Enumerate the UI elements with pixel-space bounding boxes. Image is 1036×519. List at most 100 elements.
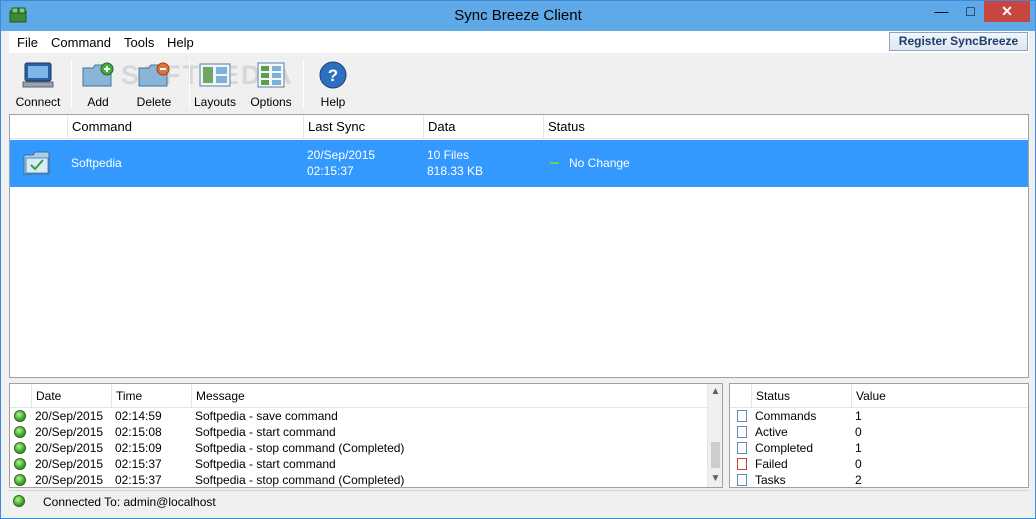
stats-value: 1 [855,409,862,423]
stats-row[interactable]: Completed 1 [730,440,1028,456]
column-header-last-sync[interactable]: Last Sync [304,115,424,139]
connect-button[interactable]: Connect [10,58,66,112]
menu-bar: File Command Tools Help Register SyncBre… [9,31,1029,53]
toolbar: SOFTPEDIA Connect Add Dele [9,54,1029,114]
log-scrollbar[interactable]: ▲ ▼ [707,384,722,487]
data-size: 818.33 KB [427,164,484,178]
stats-list[interactable]: Status Value Commands 1 Active 0 Complet… [729,383,1029,488]
log-date: 20/Sep/2015 [35,425,104,439]
status-ok-icon [14,474,26,486]
toolbar-separator [303,60,304,108]
svg-text:?: ? [328,66,338,85]
column-header-command[interactable]: Command [68,115,304,139]
stats-row[interactable]: Tasks 2 [730,472,1028,488]
delete-label: Delete [136,95,172,109]
scroll-down-icon[interactable]: ▼ [708,471,723,487]
status-ok-icon [14,410,26,422]
log-row[interactable]: 20/Sep/2015 02:14:59 Softpedia - save co… [10,408,710,424]
add-button[interactable]: Add [70,58,126,112]
scroll-thumb[interactable] [711,442,720,468]
maximize-button[interactable]: □ [956,1,985,22]
log-message: Softpedia - start command [195,457,336,471]
minimize-button[interactable]: — [927,1,956,22]
register-button[interactable]: Register SyncBreeze [889,32,1028,51]
column-header-data[interactable]: Data [424,115,544,139]
folder-check-icon [23,151,50,175]
stats-value: 2 [855,473,862,487]
last-sync-date: 20/Sep/2015 [307,148,376,162]
layouts-icon [199,63,231,87]
log-date: 20/Sep/2015 [35,409,104,423]
window-title: Sync Breeze Client [454,7,582,24]
log-time: 02:14:59 [115,409,162,423]
options-icon [257,62,285,88]
log-time: 02:15:37 [115,473,162,487]
log-row[interactable]: 20/Sep/2015 02:15:08 Softpedia - start c… [10,424,710,440]
menu-tools[interactable]: Tools [124,35,154,50]
connect-label: Connect [15,95,61,109]
title-bar[interactable]: Sync Breeze Client — □ ✕ [1,1,1035,31]
status-ok-icon [14,426,26,438]
stats-row[interactable]: Failed 0 [730,456,1028,472]
app-window: Sync Breeze Client — □ ✕ File Command To… [0,0,1036,519]
log-date: 20/Sep/2015 [35,473,104,487]
log-list[interactable]: Date Time Message 20/Sep/2015 02:14:59 S… [9,383,723,488]
stats-header-value[interactable]: Value [852,384,1028,408]
log-row[interactable]: 20/Sep/2015 02:15:37 Softpedia - start c… [10,456,710,472]
stats-row[interactable]: Active 0 [730,424,1028,440]
stats-value: 0 [855,425,862,439]
log-message: Softpedia - save command [195,409,338,423]
add-label: Add [87,95,109,109]
stats-label: Failed [755,457,788,471]
connection-status-text: Connected To: admin@localhost [43,495,216,509]
log-header-message[interactable]: Message [192,384,707,408]
column-header-icon[interactable] [10,115,68,139]
tasks-icon [737,474,747,486]
stats-label: Commands [755,409,817,423]
connection-status-icon [13,495,25,507]
command-name: Softpedia [71,156,122,170]
help-icon: ? [319,61,347,89]
log-time: 02:15:09 [115,441,162,455]
stats-label: Tasks [755,473,786,487]
layouts-label: Layouts [193,95,237,109]
delete-button[interactable]: Delete [126,58,182,112]
commands-icon [737,410,747,422]
stats-header-status[interactable]: Status [752,384,852,408]
log-row[interactable]: 20/Sep/2015 02:15:09 Softpedia - stop co… [10,440,710,456]
stats-value: 0 [855,457,862,471]
log-message: Softpedia - start command [195,425,336,439]
options-button[interactable]: Options [243,58,299,112]
status-bar: Connected To: admin@localhost [9,490,1029,512]
close-button[interactable]: ✕ [984,1,1030,22]
menu-command[interactable]: Command [51,35,111,50]
active-icon [737,426,747,438]
last-sync-time: 02:15:37 [307,164,354,178]
layouts-button[interactable]: Layouts [187,58,243,112]
stats-row[interactable]: Commands 1 [730,408,1028,424]
stats-header-icon[interactable] [730,384,752,408]
command-row[interactable]: Softpedia 20/Sep/2015 02:15:37 10 Files … [10,140,1028,187]
log-message: Softpedia - stop command (Completed) [195,473,405,487]
status-dash-icon [550,162,559,164]
log-header-date[interactable]: Date [32,384,112,408]
folder-add-icon [82,62,114,87]
stats-value: 1 [855,441,862,455]
failed-icon [737,458,747,470]
commands-list[interactable]: Command Last Sync Data Status Softpedia … [9,114,1029,378]
help-button[interactable]: ? Help [305,58,361,112]
scroll-up-icon[interactable]: ▲ [708,384,723,400]
folder-delete-icon [138,62,170,87]
stats-label: Active [755,425,788,439]
menu-file[interactable]: File [17,35,38,50]
help-label: Help [320,95,346,109]
completed-icon [737,442,747,454]
column-header-status[interactable]: Status [544,115,1028,139]
log-header-icon[interactable] [10,384,32,408]
log-message: Softpedia - stop command (Completed) [195,441,405,455]
log-header-time[interactable]: Time [112,384,192,408]
menu-help[interactable]: Help [167,35,194,50]
log-row[interactable]: 20/Sep/2015 02:15:37 Softpedia - stop co… [10,472,710,488]
log-date: 20/Sep/2015 [35,441,104,455]
status-ok-icon [14,442,26,454]
